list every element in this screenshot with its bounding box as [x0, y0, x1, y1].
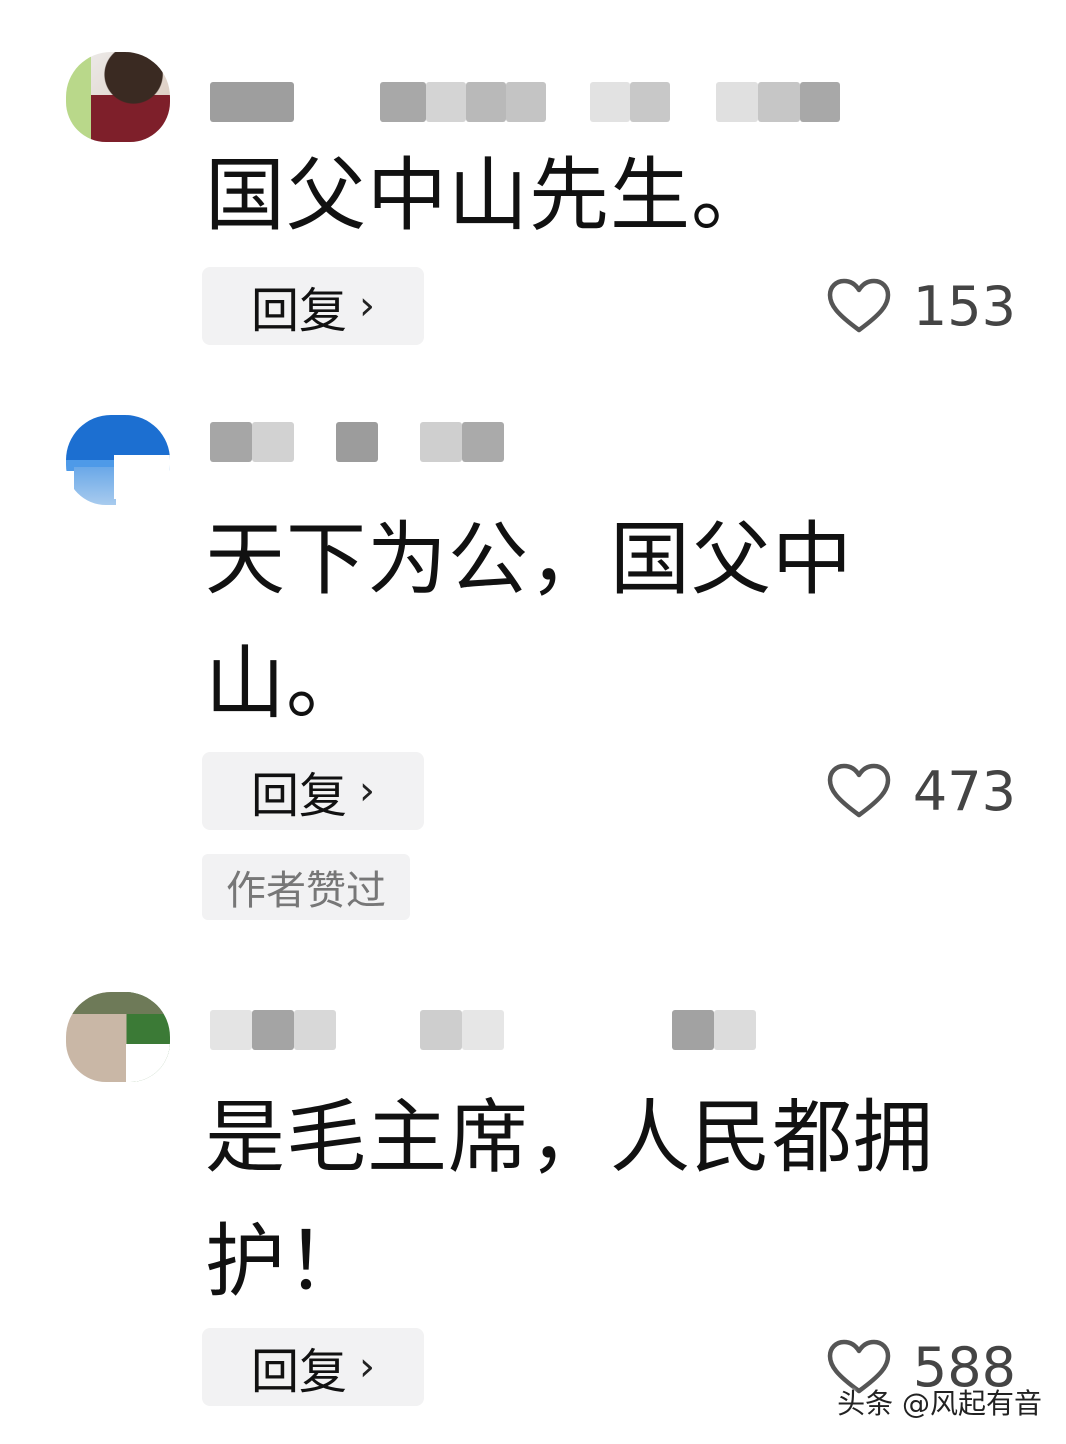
watermark: 头条 @风起有音 [837, 1387, 1042, 1420]
comment-text: 国父中山先生。 [205, 149, 772, 242]
author-liked-badge: 作者赞过 [202, 854, 410, 920]
like-count: 153 [912, 274, 1016, 338]
reply-button[interactable]: 回复 › [202, 752, 424, 830]
heart-outline-icon [827, 278, 891, 333]
like-count: 473 [912, 759, 1016, 823]
avatar[interactable] [66, 415, 170, 505]
username-redacted [210, 418, 510, 462]
chevron-right-icon: › [359, 283, 375, 329]
username-redacted [210, 78, 850, 122]
reply-button[interactable]: 回复 › [202, 267, 424, 345]
reply-label: 回复 [250, 1344, 347, 1400]
comment-text: 天下为公，国父中山。 [205, 513, 853, 730]
reply-label: 回复 [250, 283, 347, 339]
comment-text: 是毛主席，人民都拥护！ [205, 1091, 934, 1308]
chevron-right-icon: › [359, 768, 375, 814]
username-redacted [210, 1006, 770, 1050]
reply-button[interactable]: 回复 › [202, 1328, 424, 1406]
avatar[interactable] [66, 992, 170, 1082]
like-button[interactable]: 153 [827, 267, 1016, 345]
reply-label: 回复 [250, 768, 347, 824]
avatar[interactable] [66, 52, 170, 142]
heart-outline-icon [827, 763, 891, 818]
like-button[interactable]: 473 [827, 752, 1016, 830]
chevron-right-icon: › [359, 1344, 375, 1390]
